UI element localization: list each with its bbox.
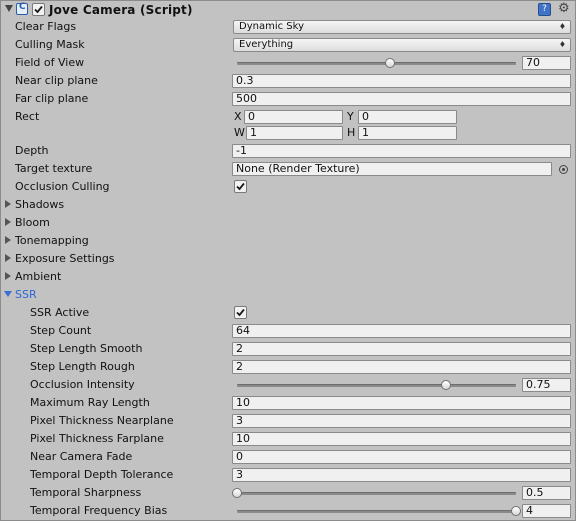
component-title: Jove Camera (Script) xyxy=(49,3,193,17)
depth-label: Depth xyxy=(15,144,49,157)
dropdown-arrows-icon: ♦ xyxy=(558,22,566,31)
rect-h-label: H xyxy=(347,126,356,139)
script-component-icon xyxy=(16,2,28,15)
gear-icon[interactable]: ⚙ xyxy=(558,2,570,15)
temporal-frequency-bias-label: Temporal Frequency Bias xyxy=(30,504,168,517)
step-length-smooth-label: Step Length Smooth xyxy=(30,342,143,355)
rect-w-input[interactable]: 1 xyxy=(246,126,343,140)
max-ray-length-label: Maximum Ray Length xyxy=(30,396,150,409)
occlusion-intensity-slider-thumb[interactable] xyxy=(441,380,452,390)
temporal-frequency-bias-input[interactable]: 4 xyxy=(522,504,571,518)
temporal-depth-tolerance-input[interactable]: 3 xyxy=(232,468,571,482)
section-ambient[interactable]: Ambient xyxy=(15,270,61,283)
ssr-active-checkbox[interactable] xyxy=(234,306,247,319)
section-bloom[interactable]: Bloom xyxy=(15,216,50,229)
field-of-view-input[interactable]: 70 xyxy=(522,56,571,70)
section-exposure-settings[interactable]: Exposure Settings xyxy=(15,252,115,265)
far-clip-label: Far clip plane xyxy=(15,92,89,105)
help-icon[interactable]: ? xyxy=(538,3,551,16)
clear-flags-dropdown[interactable]: Dynamic Sky ♦ xyxy=(233,20,571,34)
near-clip-label: Near clip plane xyxy=(15,74,98,87)
pixel-thickness-far-label: Pixel Thickness Farplane xyxy=(30,432,164,445)
step-count-input[interactable]: 64 xyxy=(232,324,571,338)
checkmark-icon xyxy=(236,308,245,317)
section-ssr[interactable]: SSR xyxy=(15,288,37,301)
field-of-view-slider-thumb[interactable] xyxy=(385,58,396,68)
culling-mask-dropdown[interactable]: Everything ♦ xyxy=(233,38,571,52)
near-camera-fade-label: Near Camera Fade xyxy=(30,450,133,463)
section-shadows[interactable]: Shadows xyxy=(15,198,64,211)
target-texture-label: Target texture xyxy=(15,162,93,175)
step-length-smooth-input[interactable]: 2 xyxy=(232,342,571,356)
rect-y-label: Y xyxy=(347,110,354,123)
far-clip-input[interactable]: 500 xyxy=(232,92,571,106)
depth-input[interactable]: -1 xyxy=(232,144,571,158)
occlusion-intensity-label: Occlusion Intensity xyxy=(30,378,135,391)
bloom-foldout-arrow-icon[interactable] xyxy=(5,218,11,226)
occlusion-culling-checkbox[interactable] xyxy=(234,180,247,193)
section-tonemapping[interactable]: Tonemapping xyxy=(15,234,89,247)
temporal-frequency-bias-slider-thumb[interactable] xyxy=(511,506,521,516)
pixel-thickness-near-input[interactable]: 3 xyxy=(232,414,571,428)
exposure-foldout-arrow-icon[interactable] xyxy=(5,254,11,262)
dropdown-arrows-icon: ♦ xyxy=(558,40,566,49)
max-ray-length-input[interactable]: 10 xyxy=(232,396,571,410)
rect-x-label: X xyxy=(234,110,242,123)
clear-flags-value: Dynamic Sky xyxy=(239,21,304,32)
temporal-sharpness-label: Temporal Sharpness xyxy=(30,486,142,499)
occlusion-culling-label: Occlusion Culling xyxy=(15,180,110,193)
clear-flags-label: Clear Flags xyxy=(15,20,77,33)
temporal-sharpness-input[interactable]: 0.5 xyxy=(522,486,571,500)
near-clip-input[interactable]: 0.3 xyxy=(232,74,571,88)
culling-mask-label: Culling Mask xyxy=(15,38,85,51)
ssr-active-label: SSR Active xyxy=(30,306,90,319)
step-length-rough-input[interactable]: 2 xyxy=(232,360,571,374)
temporal-depth-tolerance-label: Temporal Depth Tolerance xyxy=(30,468,174,481)
shadows-foldout-arrow-icon[interactable] xyxy=(5,200,11,208)
temporal-sharpness-slider-track[interactable] xyxy=(237,492,516,495)
culling-mask-value: Everything xyxy=(239,39,294,50)
rect-w-label: W xyxy=(234,126,245,139)
step-length-rough-label: Step Length Rough xyxy=(30,360,135,373)
pixel-thickness-far-input[interactable]: 10 xyxy=(232,432,571,446)
target-texture-field[interactable]: None (Render Texture) xyxy=(232,162,552,176)
inspector-panel: Jove Camera (Script) ? ⚙ Clear Flags Dyn… xyxy=(0,0,576,521)
rect-label: Rect xyxy=(15,110,40,123)
ssr-foldout-arrow-icon[interactable] xyxy=(4,291,12,297)
field-of-view-slider-track[interactable] xyxy=(237,62,516,65)
near-camera-fade-input[interactable]: 0 xyxy=(232,450,571,464)
rect-y-input[interactable]: 0 xyxy=(358,110,457,124)
component-header: Jove Camera (Script) ? ⚙ xyxy=(1,1,576,19)
rect-x-input[interactable]: 0 xyxy=(244,110,343,124)
foldout-arrow-icon[interactable] xyxy=(5,5,13,12)
occlusion-intensity-input[interactable]: 0.75 xyxy=(522,378,571,392)
object-picker-icon[interactable] xyxy=(559,165,568,174)
component-enabled-checkbox[interactable] xyxy=(32,3,45,16)
field-of-view-label: Field of View xyxy=(15,56,85,69)
temporal-frequency-bias-slider-track[interactable] xyxy=(237,510,516,513)
ambient-foldout-arrow-icon[interactable] xyxy=(5,272,11,280)
pixel-thickness-near-label: Pixel Thickness Nearplane xyxy=(30,414,174,427)
checkmark-icon xyxy=(236,182,245,191)
tonemapping-foldout-arrow-icon[interactable] xyxy=(5,236,11,244)
occlusion-intensity-slider-track[interactable] xyxy=(237,384,516,387)
checkmark-icon xyxy=(34,5,43,14)
rect-h-input[interactable]: 1 xyxy=(358,126,457,140)
temporal-sharpness-slider-thumb[interactable] xyxy=(232,488,242,498)
step-count-label: Step Count xyxy=(30,324,92,337)
